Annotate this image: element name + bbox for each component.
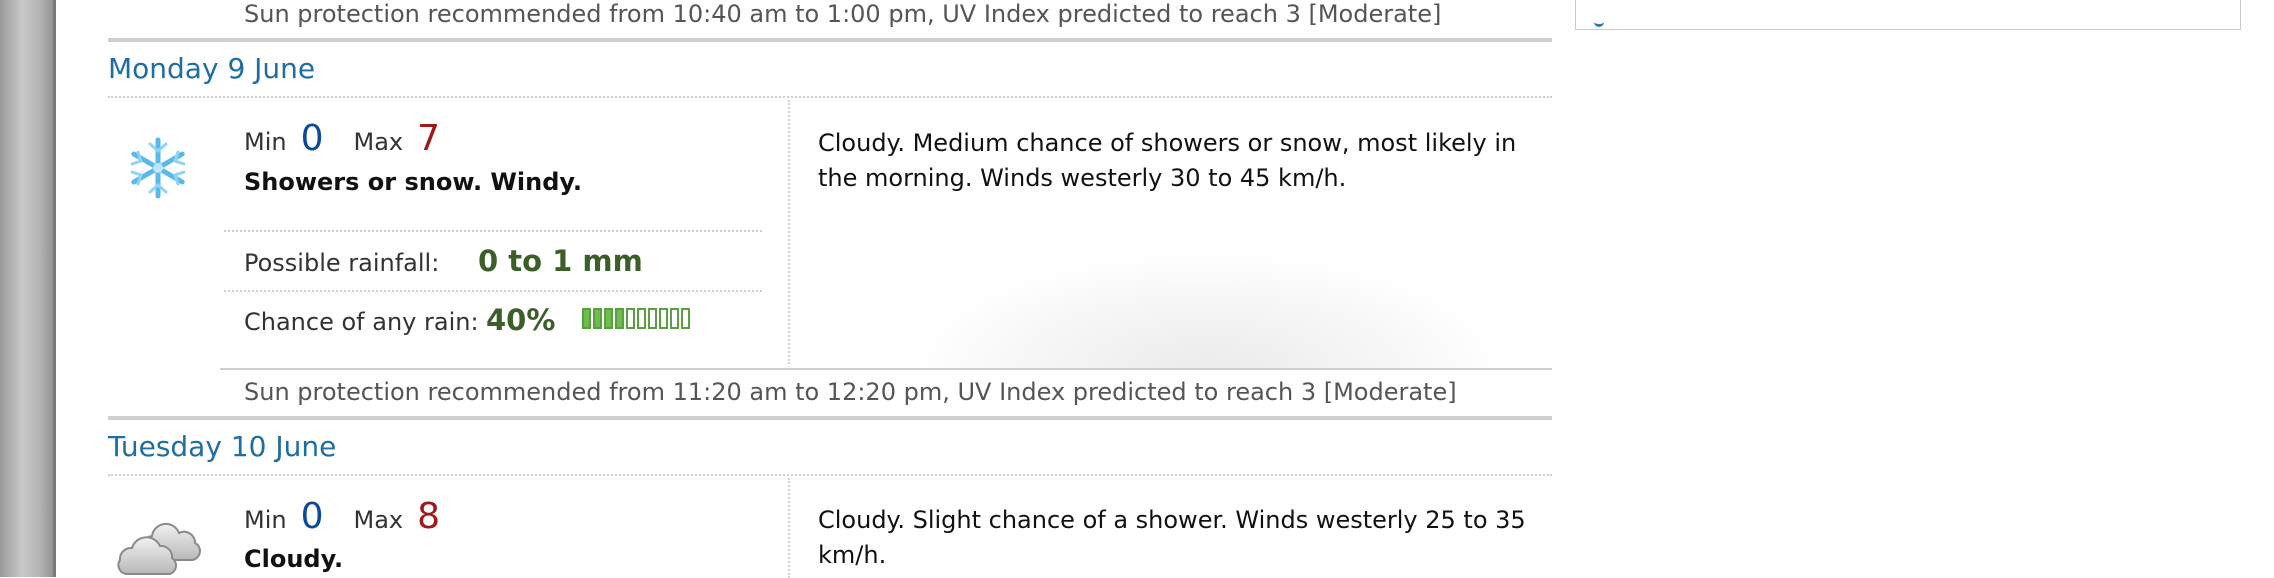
forecast-summary: Showers or snow. Windy. — [244, 168, 582, 196]
rain-bar-segment — [681, 308, 690, 329]
rain-bar-segment — [582, 308, 591, 329]
forecast-description: Cloudy. Slight chance of a shower. Winds… — [818, 506, 1526, 569]
min-label: Min — [244, 506, 287, 534]
day-separator — [108, 416, 1552, 420]
day-title-divider — [108, 96, 1552, 98]
panel-shadow — [908, 250, 1508, 370]
day-title-divider — [108, 474, 1552, 476]
possible-rainfall-label: Possible rainfall: — [244, 249, 440, 277]
rain-bar-segment — [648, 308, 657, 329]
cloud-icon — [117, 522, 201, 575]
chance-of-rain-label: Chance of any rain: — [244, 308, 479, 336]
min-temperature: 0 — [300, 496, 324, 537]
side-panel-box — [1575, 0, 2241, 30]
sun-protection-text: Sun protection recommended from 10:40 am… — [244, 0, 1442, 28]
forecast-summary: Cloudy. — [244, 545, 344, 573]
page-left-gutter — [0, 0, 56, 577]
day-title: Tuesday 10 June — [108, 430, 337, 463]
rain-divider — [224, 290, 762, 292]
chance-of-rain-value: 40% — [486, 303, 556, 337]
max-label: Max — [353, 506, 404, 534]
rain-divider — [224, 230, 762, 232]
temperature-range: Min 0 Max 7 — [244, 118, 440, 159]
rain-bar-segment — [670, 308, 679, 329]
max-temperature: 7 — [417, 118, 441, 159]
sun-protection-text: Sun protection recommended from 11:20 am… — [244, 378, 1457, 406]
chance-of-rain-bar — [582, 308, 690, 329]
temperature-range: Min 0 Max 8 — [244, 496, 440, 537]
rain-bar-segment — [659, 308, 668, 329]
rain-bar-segment — [626, 308, 635, 329]
max-temperature: 8 — [417, 496, 441, 537]
rain-bar-segment — [615, 308, 624, 329]
possible-rainfall-value: 0 to 1 mm — [478, 244, 643, 278]
snowflake-icon — [130, 137, 186, 199]
column-divider — [788, 478, 790, 578]
rain-bar-segment — [604, 308, 613, 329]
rain-bar-segment — [593, 308, 602, 329]
forecast-description: Cloudy. Medium chance of showers or snow… — [818, 129, 1517, 192]
rain-bar-segment — [637, 308, 646, 329]
min-label: Min — [244, 128, 287, 156]
day-separator — [108, 38, 1552, 42]
min-temperature: 0 — [300, 118, 324, 159]
side-panel-mark-icon — [1594, 20, 1604, 27]
column-divider — [788, 100, 790, 364]
sun-protection-divider — [220, 368, 1552, 370]
day-title: Monday 9 June — [108, 52, 316, 85]
max-label: Max — [353, 128, 404, 156]
